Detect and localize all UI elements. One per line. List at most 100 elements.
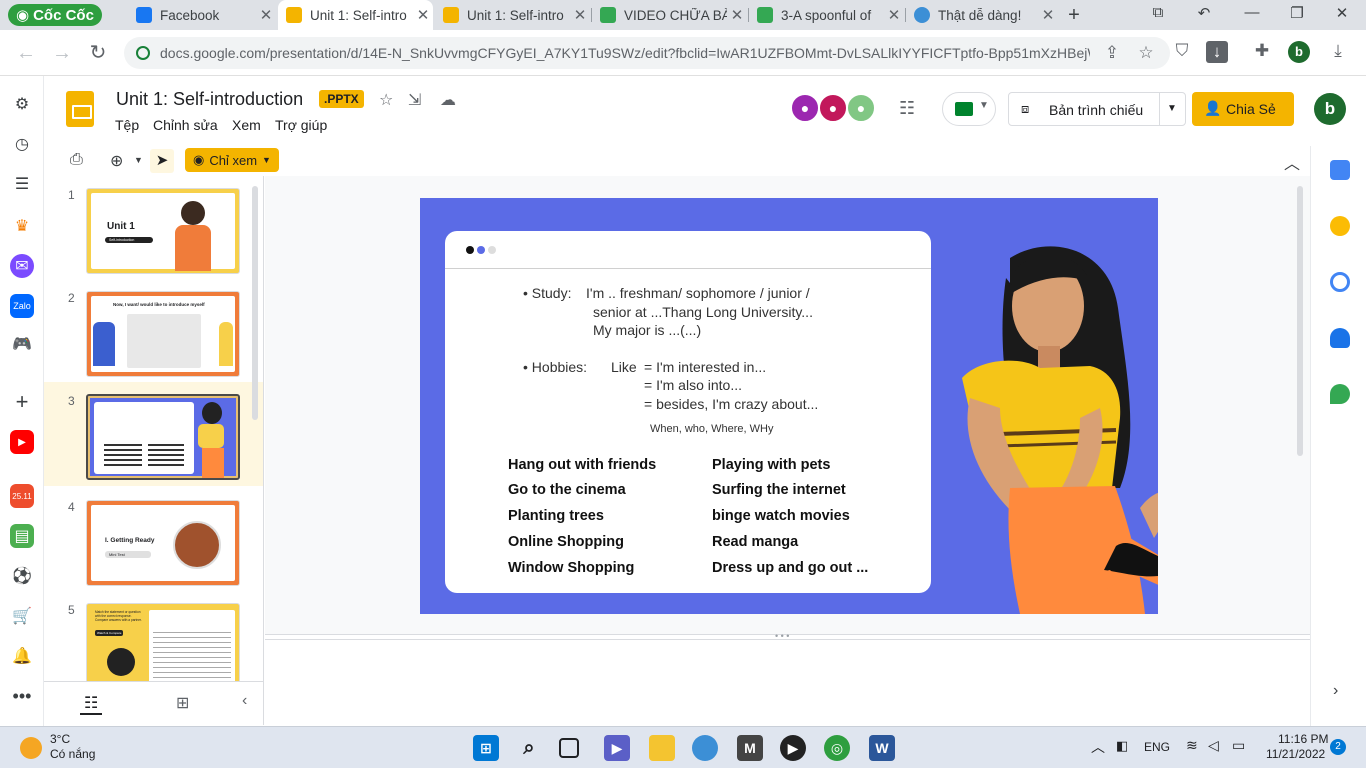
filmstrip-view-icon[interactable]: ☷ — [80, 693, 103, 715]
zalo-icon[interactable]: Zalo — [10, 294, 34, 318]
slide-thumbnail-1[interactable]: 1 Unit 1 Self-introduction — [44, 176, 263, 276]
word-icon[interactable]: W — [869, 735, 895, 761]
teams-icon[interactable]: ▶ — [604, 735, 630, 761]
present-button[interactable]: ⧈ Bản trình chiếu ▼ — [1008, 92, 1186, 126]
contacts-icon[interactable] — [1330, 328, 1350, 348]
calendar-icon[interactable] — [1330, 160, 1350, 180]
collaborator-avatar[interactable]: ● — [790, 93, 820, 123]
close-window-icon[interactable]: ✕ — [1330, 4, 1354, 22]
tray-app-icon[interactable]: ◧ — [1116, 738, 1128, 754]
canvas-scrollbar[interactable] — [1297, 186, 1303, 456]
collapse-panel-icon[interactable]: ‹ — [242, 692, 247, 710]
tab-unit1-active[interactable]: Unit 1: Self-intro ✕ — [278, 0, 433, 30]
account-avatar[interactable]: b — [1314, 93, 1346, 125]
expand-panel-icon[interactable]: › — [1333, 682, 1338, 700]
print-icon[interactable]: ⎙ — [70, 151, 83, 169]
coccoc-taskbar-icon[interactable]: ◎ — [824, 735, 850, 761]
keep-icon[interactable] — [1330, 216, 1350, 236]
star-icon[interactable]: ☆ — [379, 90, 393, 110]
forward-icon[interactable]: → — [50, 41, 74, 65]
minimize-icon[interactable]: — — [1240, 4, 1264, 21]
slide-thumbnail-4[interactable]: 4 I. Getting Ready Mini Test — [44, 488, 263, 588]
settings-icon[interactable]: ⚙ — [10, 92, 34, 116]
close-icon[interactable]: ✕ — [413, 6, 433, 24]
media-player-icon[interactable]: ▶ — [780, 735, 806, 761]
notification-badge[interactable]: 2 — [1330, 739, 1346, 755]
close-icon[interactable]: ✕ — [727, 6, 747, 24]
maximize-icon[interactable]: ❐ — [1285, 4, 1309, 22]
chevron-down-icon[interactable]: ▼ — [134, 155, 143, 165]
maps-icon[interactable] — [1330, 384, 1350, 404]
document-title[interactable]: Unit 1: Self-introduction — [116, 89, 303, 110]
add-icon[interactable]: + — [10, 389, 34, 414]
close-icon[interactable]: ✕ — [256, 6, 276, 24]
edge-icon[interactable] — [692, 735, 718, 761]
menu-edit[interactable]: Chỉnh sửa — [153, 117, 218, 133]
close-icon[interactable]: ✕ — [570, 6, 590, 24]
weather-icon[interactable] — [20, 737, 42, 759]
task-view-icon[interactable] — [559, 738, 579, 758]
view-only-button[interactable]: ◉ Chỉ xem ▼ — [185, 148, 279, 172]
tab-search-icon[interactable]: ⧉ — [1146, 4, 1170, 21]
battery-icon[interactable]: ▭ — [1232, 737, 1245, 754]
chevron-down-icon[interactable]: ▼ — [1167, 103, 1177, 114]
move-to-drive-icon[interactable]: ⇲ — [408, 90, 421, 110]
shield-icon[interactable]: ⛉ — [1170, 41, 1194, 61]
slide-thumbnail-5[interactable]: 5 Match the statement or question with t… — [44, 591, 263, 681]
select-cursor-icon[interactable]: ➤ — [150, 149, 174, 173]
shopee-icon[interactable]: 25.11 — [10, 484, 34, 508]
new-tab-button[interactable]: + — [1062, 4, 1086, 27]
cart-icon[interactable]: 🛒 — [10, 604, 34, 628]
tab-video-chua-bai[interactable]: VIDEO CHỮA BÀ ✕ — [592, 0, 747, 30]
close-icon[interactable]: ✕ — [884, 6, 904, 24]
collaborator-avatar[interactable]: ● — [818, 93, 848, 123]
downloads-icon[interactable]: ⤓ — [1326, 41, 1350, 61]
crown-icon[interactable]: ♛ — [10, 214, 34, 238]
collapse-icon[interactable]: ︿ — [1284, 150, 1300, 174]
reload-icon[interactable]: ↻ — [86, 41, 110, 65]
cloud-status-icon[interactable]: ☁ — [440, 90, 456, 110]
collaborator-avatar[interactable]: ● — [846, 93, 876, 123]
tab-spoonful[interactable]: 3-A spoonful of ✕ — [749, 0, 904, 30]
zoom-icon[interactable]: ⊕ — [110, 151, 123, 171]
back-icon[interactable]: ← — [14, 41, 38, 65]
share-button[interactable]: 👤 Chia Sẻ — [1192, 92, 1294, 126]
messenger-icon[interactable]: ✉ — [10, 254, 34, 278]
download-icon[interactable]: ↓ — [1206, 41, 1228, 63]
comments-icon[interactable]: ☷ — [899, 98, 915, 119]
tab-that-de-dang[interactable]: Thật dễ dàng! ✕ — [906, 0, 1058, 30]
bookmark-star-icon[interactable]: ☆ — [1134, 43, 1158, 63]
profile-avatar[interactable]: b — [1288, 41, 1310, 63]
wifi-icon[interactable]: ≋ — [1186, 737, 1198, 754]
youtube-icon[interactable]: ▶ — [10, 430, 34, 454]
history-icon[interactable]: ↶ — [1192, 4, 1216, 22]
file-explorer-icon[interactable] — [649, 735, 675, 761]
tray-chevron-icon[interactable]: ︿ — [1091, 737, 1105, 757]
filmstrip-scrollbar[interactable] — [252, 186, 258, 420]
soccer-icon[interactable]: ⚽ — [10, 564, 34, 588]
share-icon[interactable]: ⇪ — [1100, 43, 1124, 63]
menu-help[interactable]: Trợ giúp — [275, 117, 327, 133]
tab-unit1[interactable]: Unit 1: Self-intro ✕ — [435, 0, 590, 30]
history-icon[interactable]: ◷ — [10, 132, 34, 156]
menu-view[interactable]: Xem — [232, 117, 261, 133]
meet-button[interactable]: ▼ — [942, 92, 996, 126]
start-icon[interactable]: ⊞ — [473, 735, 499, 761]
clock-date[interactable]: 11/21/2022 — [1266, 747, 1325, 761]
slide-thumbnail-3[interactable]: 3 — [44, 382, 263, 486]
notification-bell-icon[interactable]: 🔔 — [10, 644, 34, 668]
tasks-icon[interactable] — [1330, 272, 1350, 292]
slides-logo-icon[interactable] — [66, 91, 94, 127]
address-bar[interactable]: docs.google.com/presentation/d/14E-N_Snk… — [124, 37, 1170, 69]
clock-time[interactable]: 11:16 PM — [1278, 732, 1328, 746]
more-icon[interactable]: ••• — [10, 684, 34, 708]
grid-view-icon[interactable]: ⊞ — [176, 693, 189, 713]
coccoc-logo[interactable]: ◉ Cốc Cốc — [8, 4, 102, 26]
current-slide[interactable]: • Study: I'm .. freshman/ sophomore / ju… — [420, 198, 1158, 614]
game-icon[interactable]: 🎮 — [10, 332, 34, 356]
menu-file[interactable]: Tệp — [115, 117, 139, 133]
clipboard-icon[interactable]: ▤ — [10, 524, 34, 548]
app-m-icon[interactable]: M — [737, 735, 763, 761]
volume-icon[interactable]: ◁ — [1208, 737, 1219, 754]
slide-thumbnail-2[interactable]: 2 Now, I want/ would like to introduce m… — [44, 279, 263, 379]
